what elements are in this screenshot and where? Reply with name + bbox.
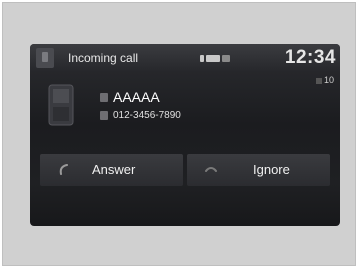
ignore-call-icon [205, 167, 217, 172]
contact-icon [100, 92, 108, 102]
volume-icon [315, 77, 322, 84]
signal-strength-icon [200, 55, 230, 62]
status-header: Incoming call 12:34 [30, 44, 340, 72]
answer-call-icon [59, 164, 68, 175]
ignore-button[interactable]: Ignore [187, 154, 330, 186]
caller-name: AAAAA [113, 89, 160, 105]
caller-name-row: AAAAA [100, 89, 160, 105]
ignore-label: Ignore [253, 162, 290, 177]
phone-app-icon [36, 48, 54, 68]
caller-number-row: 012-3456-7890 [100, 108, 181, 122]
volume-indicator: 10 [315, 75, 334, 85]
volume-level: 10 [323, 75, 334, 85]
phone-call-screen: Incoming call 12:34 10 AAAAA 012-3456-78… [30, 44, 340, 226]
answer-label: Answer [92, 162, 136, 177]
clock: 12:34 [284, 47, 336, 68]
mobile-phone-icon [48, 84, 74, 126]
phone-number-icon [100, 110, 108, 120]
answer-button[interactable]: Answer [40, 154, 183, 186]
call-action-bar: Answer Ignore [40, 154, 330, 186]
screen-title: Incoming call [68, 51, 139, 65]
caller-number: 012-3456-7890 [113, 109, 181, 121]
